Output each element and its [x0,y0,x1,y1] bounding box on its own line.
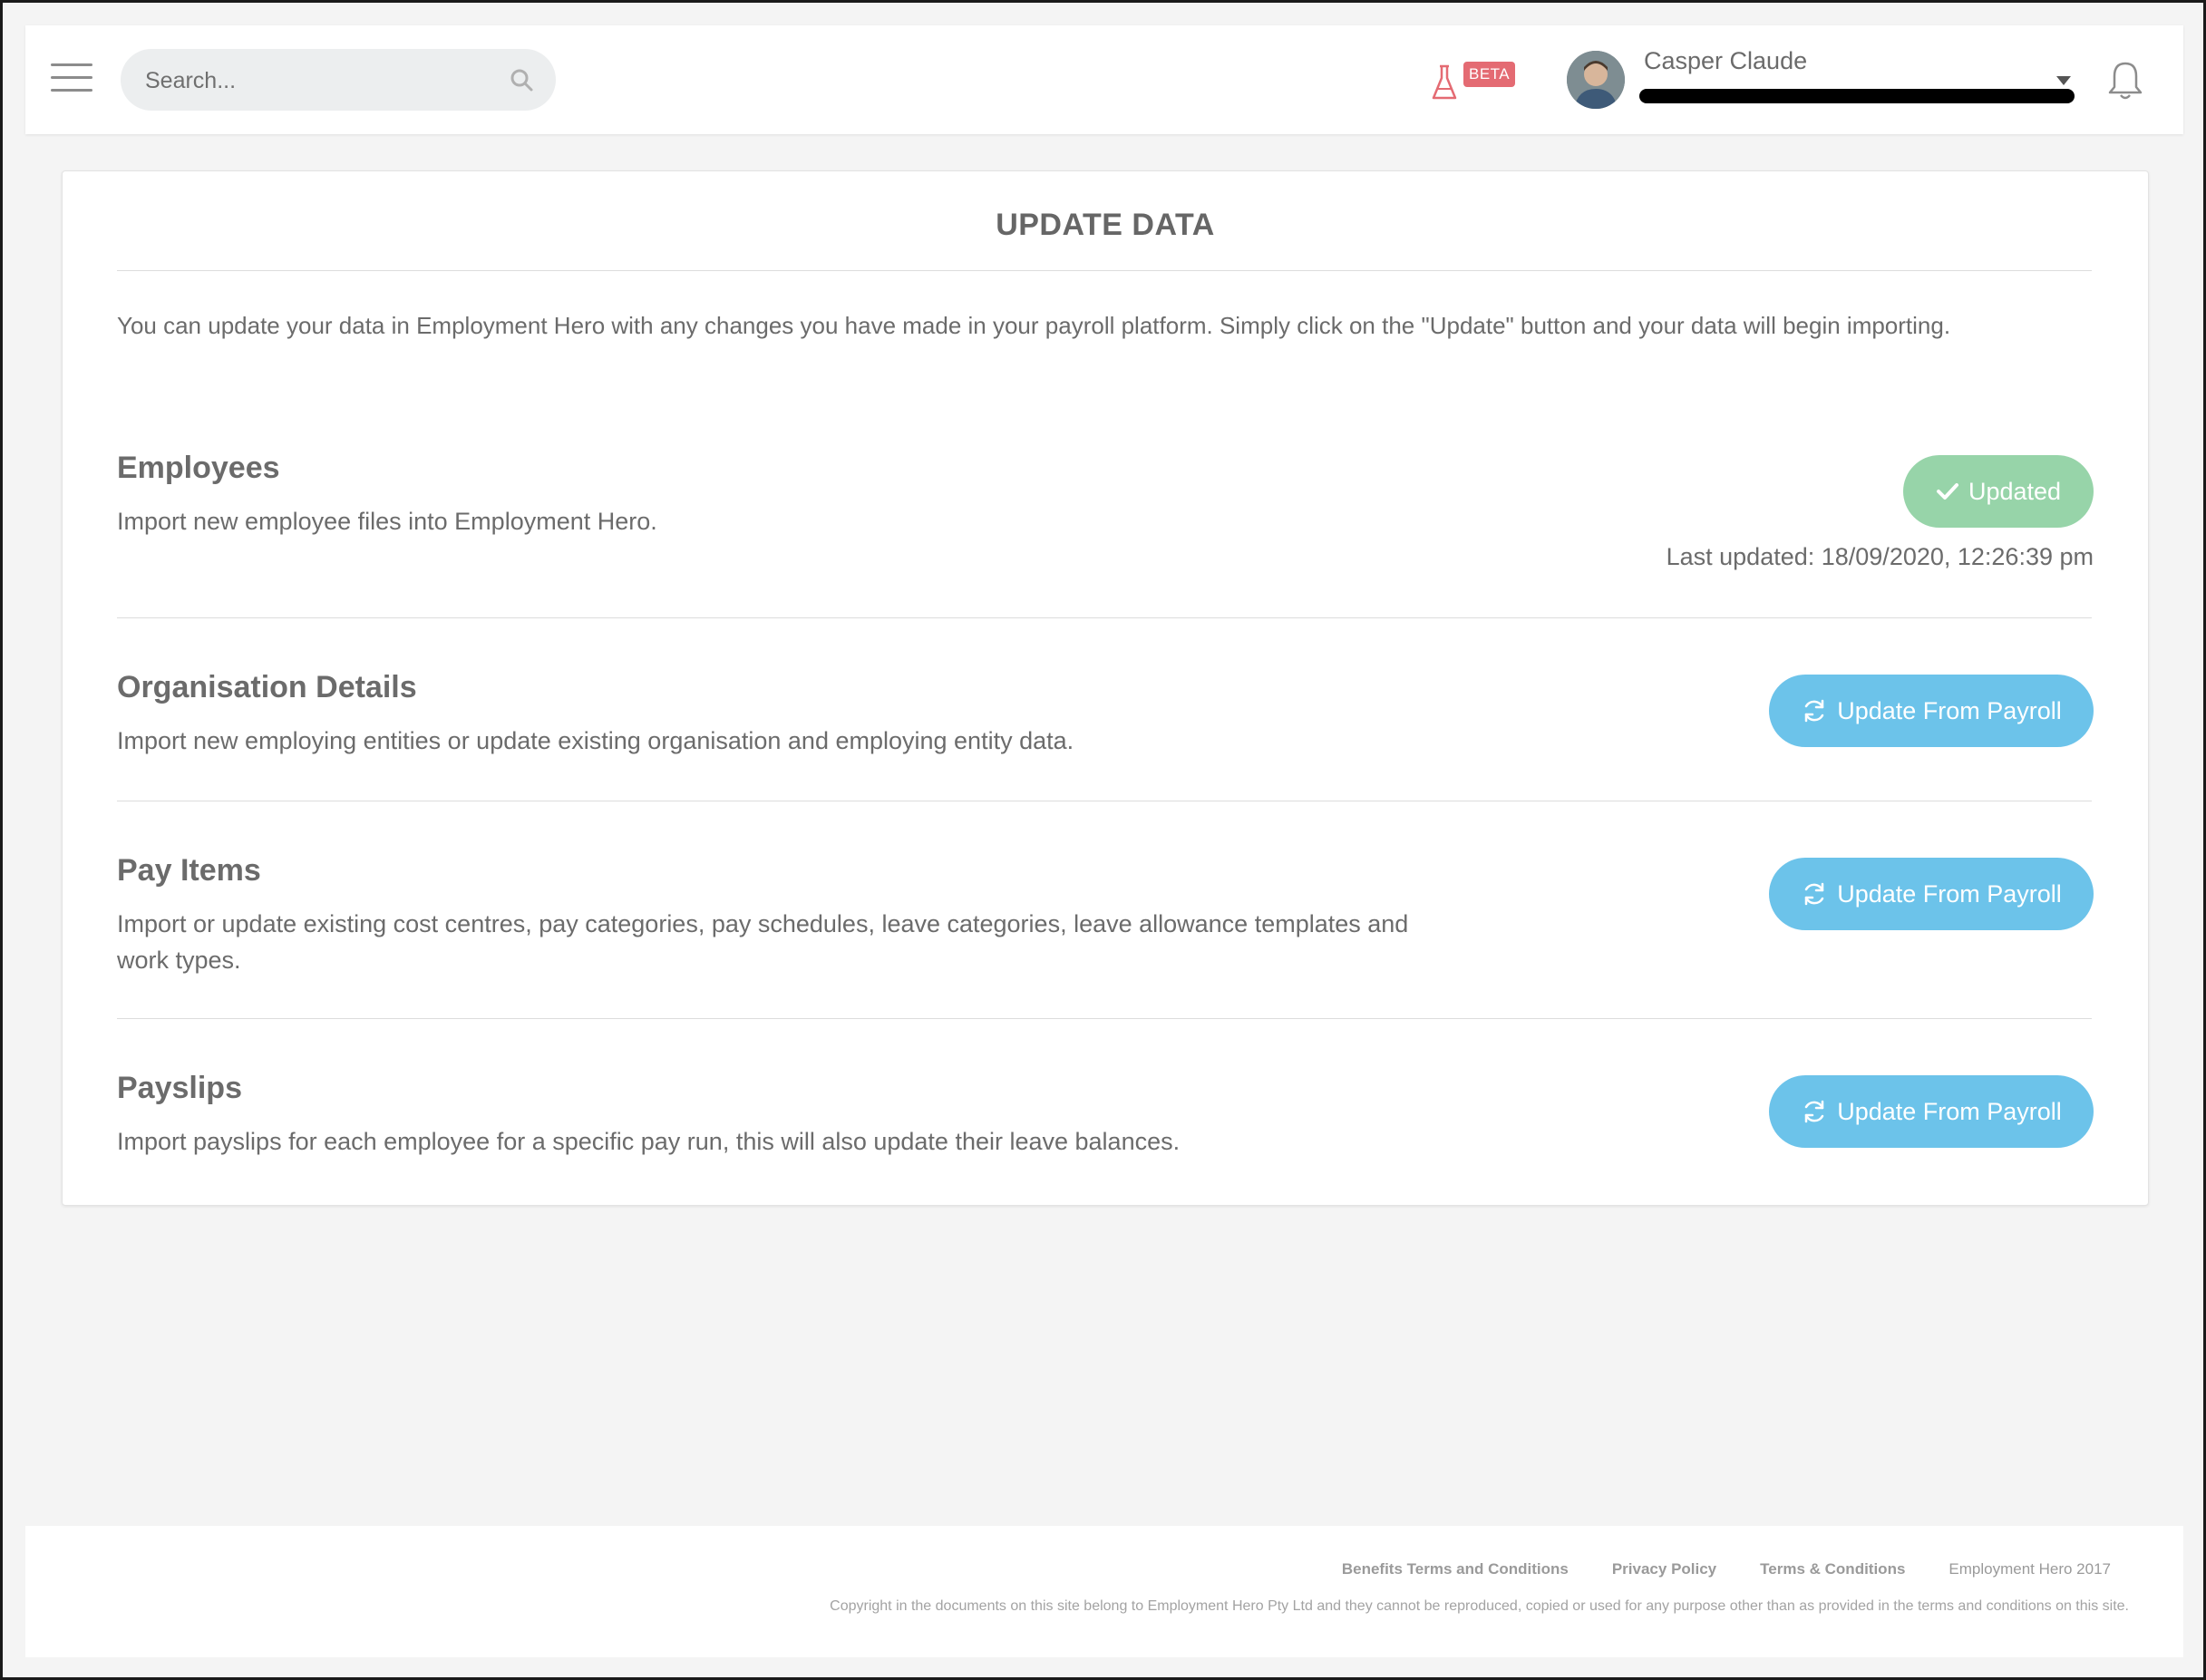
search-box[interactable] [121,49,556,112]
top-navigation-bar: BETA Casper Claude [25,25,2183,134]
search-input[interactable] [143,49,491,112]
footer: Benefits Terms and Conditions Privacy Po… [25,1526,2183,1657]
footer-link-terms-conditions[interactable]: Terms & Conditions [1760,1560,1905,1578]
beta-badge: BETA [1463,62,1516,87]
refresh-icon [1804,699,1824,723]
footer-links: Benefits Terms and Conditions Privacy Po… [1342,1560,2111,1578]
footer-copy-year: Employment Hero 2017 [1948,1560,2111,1578]
beta-features-button[interactable]: BETA [1431,58,1540,103]
section-desc-employees: Import new employee files into Employmen… [117,508,657,535]
section-desc-organisation-details: Import new employing entities or update … [117,727,1074,754]
redacted-company-name [1639,89,2075,103]
check-icon [1936,483,1958,500]
divider [117,1018,2092,1019]
hamburger-menu-icon[interactable] [51,63,92,92]
divider [117,617,2092,618]
refresh-icon [1804,882,1824,906]
update-payslips-button[interactable]: Update From Payroll [1769,1075,2094,1148]
update-pay-items-button[interactable]: Update From Payroll [1769,858,2094,930]
user-name[interactable]: Casper Claude [1644,47,1807,75]
update-pay-items-label: Update From Payroll [1837,879,2062,908]
section-title-pay-items: Pay Items [117,853,261,888]
section-desc-pay-items: Import or update existing cost centres, … [117,910,1409,974]
last-updated-timestamp: Last updated: 18/09/2020, 12:26:39 pm [1666,543,2094,570]
section-title-organisation-details: Organisation Details [117,670,417,704]
page-title: UPDATE DATA [996,208,1215,242]
search-icon[interactable] [509,67,534,92]
chevron-down-icon[interactable] [2056,76,2071,85]
avatar[interactable] [1567,51,1625,109]
flask-icon [1432,64,1457,100]
update-organisation-button[interactable]: Update From Payroll [1769,675,2094,747]
bell-icon[interactable] [2106,60,2144,102]
intro-text: You can update your data in Employment H… [117,312,1951,339]
section-title-employees: Employees [117,451,280,485]
update-organisation-label: Update From Payroll [1837,696,2062,724]
section-desc-payslips: Import payslips for each employee for a … [117,1128,1181,1155]
section-title-payslips: Payslips [117,1071,242,1105]
divider [117,270,2092,271]
update-data-card: UPDATE DATA You can update your data in … [62,170,2149,1206]
footer-link-privacy-policy[interactable]: Privacy Policy [1612,1560,1716,1578]
updated-button-label: Updated [1968,477,2062,505]
updated-button[interactable]: Updated [1903,455,2094,528]
refresh-icon [1804,1100,1824,1123]
update-payslips-label: Update From Payroll [1837,1097,2062,1125]
footer-copyright: Copyright in the documents on this site … [830,1598,2129,1614]
footer-link-benefits-terms[interactable]: Benefits Terms and Conditions [1342,1560,1569,1578]
